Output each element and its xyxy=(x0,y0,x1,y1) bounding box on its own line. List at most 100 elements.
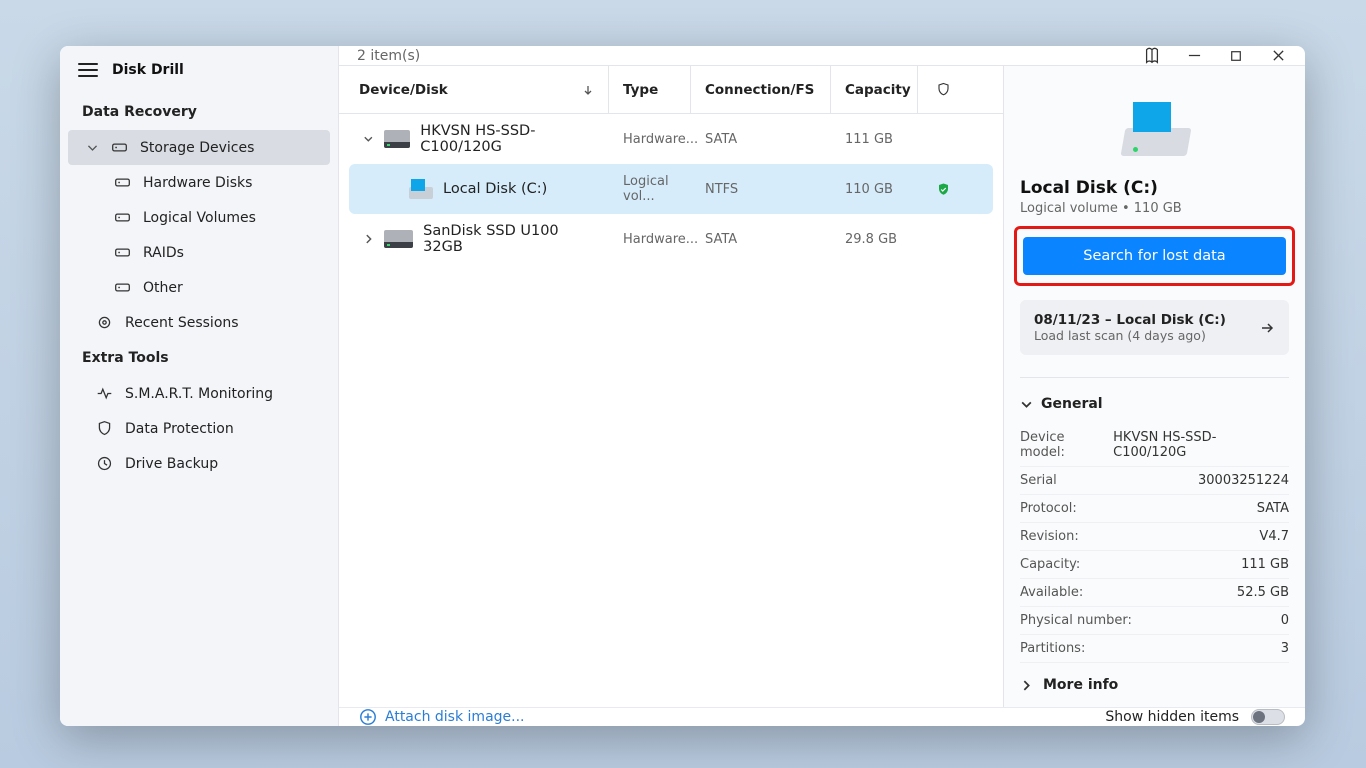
nav-label: Recent Sessions xyxy=(125,315,239,331)
disk-icon xyxy=(114,174,131,191)
details-title: Local Disk (C:) xyxy=(1020,178,1289,198)
sort-arrow-icon xyxy=(582,84,594,96)
details-subtitle: Logical volume • 110 GB xyxy=(1020,201,1289,216)
last-scan-title: 08/11/23 – Local Disk (C:) xyxy=(1034,312,1259,328)
chevron-right-icon xyxy=(1020,679,1033,692)
disk-icon xyxy=(114,209,131,226)
cell-type: Hardware... xyxy=(609,232,691,247)
col-shield[interactable] xyxy=(918,66,968,113)
chevron-right-icon[interactable] xyxy=(363,233,374,245)
section-extra-tools: Extra Tools xyxy=(60,340,338,376)
details-panel: Local Disk (C:) Logical volume • 110 GB … xyxy=(1003,66,1305,707)
app-window: Disk Drill Data Recovery Storage Devices… xyxy=(60,46,1305,726)
col-device[interactable]: Device/Disk xyxy=(339,66,609,113)
last-scan-card[interactable]: 08/11/23 – Local Disk (C:) Load last sca… xyxy=(1020,300,1289,355)
chevron-down-icon[interactable] xyxy=(363,133,374,145)
nav-label: Other xyxy=(143,280,183,296)
nav-smart[interactable]: S.M.A.R.T. Monitoring xyxy=(60,376,338,411)
topbar-right xyxy=(1143,47,1287,65)
gear-icon xyxy=(96,314,113,331)
table-row[interactable]: SanDisk SSD U100 32GB Hardware... SATA 2… xyxy=(349,214,993,264)
attach-disk-image-button[interactable]: Attach disk image... xyxy=(359,708,525,726)
kv-row: Revision:V4.7 xyxy=(1020,523,1289,551)
close-button[interactable] xyxy=(1269,47,1287,65)
cell-type: Logical vol... xyxy=(609,174,691,204)
toggle-switch[interactable] xyxy=(1251,709,1285,725)
activity-icon xyxy=(96,385,113,402)
nav-other[interactable]: Other xyxy=(60,270,338,305)
cell-shield xyxy=(918,182,968,197)
show-hidden-toggle: Show hidden items xyxy=(1105,709,1285,725)
col-connection[interactable]: Connection/FS xyxy=(691,66,831,113)
hidden-label: Show hidden items xyxy=(1105,709,1239,725)
arrow-right-icon xyxy=(1259,320,1275,336)
bottom-bar: Attach disk image... Show hidden items xyxy=(339,707,1305,726)
nav-label: S.M.A.R.T. Monitoring xyxy=(125,386,273,402)
search-lost-data-button[interactable]: Search for lost data xyxy=(1023,237,1286,275)
maximize-button[interactable] xyxy=(1227,47,1245,65)
nav-hardware-disks[interactable]: Hardware Disks xyxy=(60,165,338,200)
hamburger-icon[interactable] xyxy=(78,63,98,77)
general-label: General xyxy=(1041,396,1103,412)
nav-logical-volumes[interactable]: Logical Volumes xyxy=(60,200,338,235)
nav-label: Storage Devices xyxy=(140,140,254,156)
shield-icon xyxy=(936,82,951,97)
device-name: Local Disk (C:) xyxy=(443,181,547,197)
title-row: Disk Drill xyxy=(60,46,338,94)
last-scan-text: 08/11/23 – Local Disk (C:) Load last sca… xyxy=(1034,312,1259,343)
nav-drive-backup[interactable]: Drive Backup xyxy=(60,446,338,481)
cell-cap: 110 GB xyxy=(831,182,918,197)
sidebar: Disk Drill Data Recovery Storage Devices… xyxy=(60,46,339,726)
general-accordion[interactable]: General xyxy=(1020,390,1289,424)
minimize-button[interactable] xyxy=(1185,47,1203,65)
kv-row: Physical number:0 xyxy=(1020,607,1289,635)
cell-conn: NTFS xyxy=(691,182,831,197)
device-name: SanDisk SSD U100 32GB xyxy=(423,223,595,255)
more-info-accordion[interactable]: More info xyxy=(1020,663,1289,693)
cell-cap: 111 GB xyxy=(831,132,918,147)
item-count: 2 item(s) xyxy=(357,48,420,64)
nav-label: Logical Volumes xyxy=(143,210,256,226)
nav-label: Hardware Disks xyxy=(143,175,252,191)
cell-type: Hardware... xyxy=(609,132,691,147)
chevron-down-icon xyxy=(86,141,99,154)
help-icon[interactable] xyxy=(1143,47,1161,65)
col-capacity[interactable]: Capacity xyxy=(831,66,918,113)
nav-data-protection[interactable]: Data Protection xyxy=(60,411,338,446)
nav-storage-devices[interactable]: Storage Devices xyxy=(68,130,330,165)
hardware-disk-icon xyxy=(384,230,413,248)
history-icon xyxy=(96,455,113,472)
disk-icon xyxy=(114,279,131,296)
divider xyxy=(1020,377,1289,378)
table-header: Device/Disk Type Connection/FS Capacity xyxy=(339,66,1003,114)
cell-conn: SATA xyxy=(691,232,831,247)
kv-row: Device model:HKVSN HS-SSD-C100/120G xyxy=(1020,424,1289,467)
cell-cap: 29.8 GB xyxy=(831,232,918,247)
topbar: 2 item(s) xyxy=(339,46,1305,66)
shield-check-icon xyxy=(936,182,951,197)
nav-raids[interactable]: RAIDs xyxy=(60,235,338,270)
kv-row: Protocol:SATA xyxy=(1020,495,1289,523)
cell-conn: SATA xyxy=(691,132,831,147)
nav-recent-sessions[interactable]: Recent Sessions xyxy=(60,305,338,340)
device-table: Device/Disk Type Connection/FS Capacity … xyxy=(339,66,1003,707)
nav-label: Drive Backup xyxy=(125,456,218,472)
col-type[interactable]: Type xyxy=(609,66,691,113)
main: 2 item(s) Device/Disk Type Connection/FS… xyxy=(339,46,1305,726)
kv-row: Partitions:3 xyxy=(1020,635,1289,663)
device-name: HKVSN HS-SSD-C100/120G xyxy=(420,123,595,155)
search-highlight: Search for lost data xyxy=(1014,226,1295,286)
kv-row: Serial30003251224 xyxy=(1020,467,1289,495)
cell-device: HKVSN HS-SSD-C100/120G xyxy=(349,123,609,155)
more-info-label: More info xyxy=(1043,677,1118,693)
hardware-disk-icon xyxy=(384,130,411,148)
disk-icon xyxy=(111,139,128,156)
table-row[interactable]: Local Disk (C:) Logical vol... NTFS 110 … xyxy=(349,164,993,214)
volume-icon xyxy=(409,179,433,199)
shield-icon xyxy=(96,420,113,437)
nav-label: RAIDs xyxy=(143,245,184,261)
section-data-recovery: Data Recovery xyxy=(60,94,338,130)
nav-label: Data Protection xyxy=(125,421,234,437)
table-row[interactable]: HKVSN HS-SSD-C100/120G Hardware... SATA … xyxy=(349,114,993,164)
last-scan-sub: Load last scan (4 days ago) xyxy=(1034,328,1259,343)
